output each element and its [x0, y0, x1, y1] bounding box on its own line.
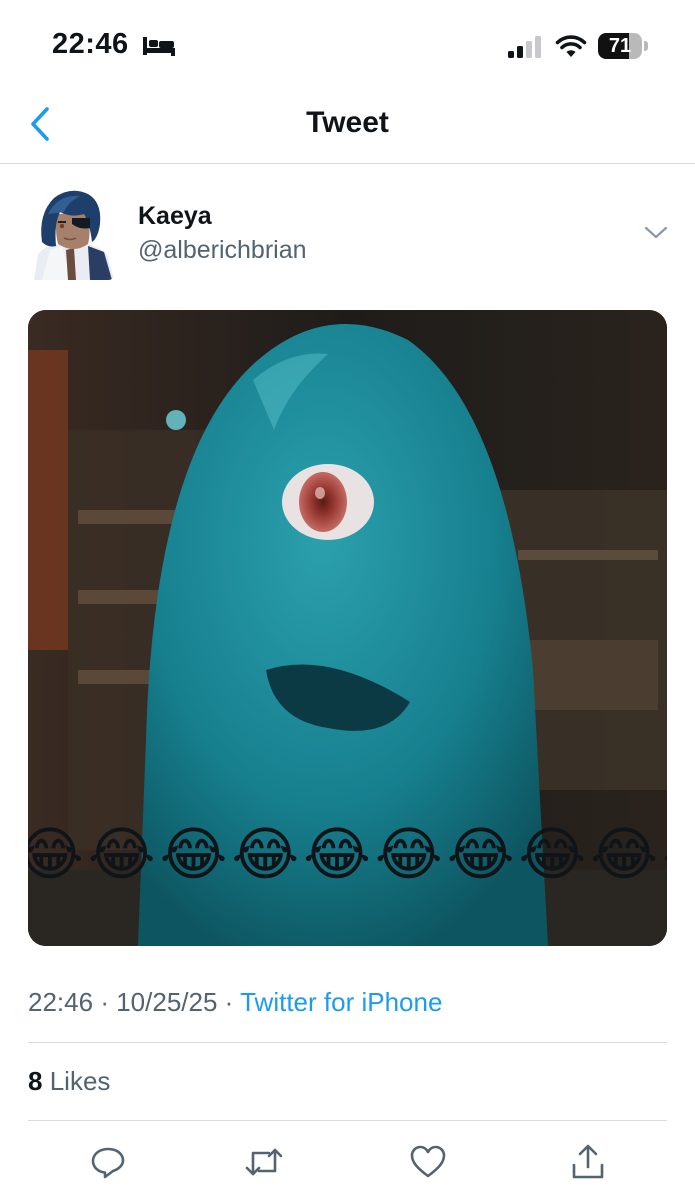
laughing-crying-emoji: 😂: [303, 820, 375, 888]
laughing-crying-emoji: 😂: [446, 820, 519, 888]
page-title: Tweet: [306, 106, 389, 139]
tweet-media[interactable]: 😂😂😂😂😂😂😂😂😂😂: [28, 310, 667, 946]
battery-percent: 71: [608, 35, 632, 57]
heart-icon: [410, 1145, 446, 1178]
retweet-button[interactable]: [242, 1140, 286, 1184]
laughing-crying-emoji: 😂: [87, 820, 160, 888]
laughing-crying-emoji: 😂: [518, 820, 591, 888]
cellular-signal-icon: [508, 36, 541, 58]
share-icon: [572, 1144, 604, 1179]
likes-stat[interactable]: 8 Likes: [28, 1066, 110, 1097]
laughing-crying-emoji: 😂: [374, 820, 447, 888]
reply-button[interactable]: [86, 1140, 130, 1184]
meta-separator-2: ·: [224, 987, 234, 1017]
tweet-source-link[interactable]: Twitter for iPhone: [240, 987, 442, 1017]
like-button[interactable]: [406, 1140, 450, 1184]
laughing-crying-emoji: 😂: [28, 820, 88, 888]
divider: [28, 1042, 667, 1043]
avatar[interactable]: [28, 184, 116, 280]
author-display-name[interactable]: Kaeya: [138, 202, 212, 231]
status-bar: 22:46 71: [0, 0, 695, 92]
more-options-button[interactable]: [640, 220, 672, 244]
chevron-down-icon: [644, 226, 668, 239]
laughing-crying-emoji: 😂: [590, 820, 663, 888]
laughing-crying-emoji: 😂: [231, 820, 304, 888]
status-time: 22:46: [52, 28, 129, 60]
tweet-time: 22:46: [28, 987, 94, 1017]
laughing-crying-emoji: 😂: [662, 820, 667, 888]
wifi-icon: [555, 35, 587, 57]
meta-separator: ·: [100, 987, 109, 1017]
reply-icon: [91, 1147, 125, 1179]
nav-bar: Tweet: [0, 92, 695, 164]
share-button[interactable]: [566, 1140, 610, 1184]
likes-count: 8: [28, 1066, 43, 1096]
divider: [28, 1120, 667, 1121]
tweet-timestamp: 22:46 · 10/25/25 · Twitter for iPhone: [28, 987, 442, 1018]
battery-indicator: 71: [598, 33, 648, 59]
bed-icon: [143, 37, 175, 56]
likes-label: Likes: [49, 1066, 111, 1096]
laughing-crying-emoji: 😂: [159, 820, 232, 888]
author-handle[interactable]: @alberichbrian: [138, 236, 307, 265]
tweet-author: Kaeya @alberichbrian: [0, 180, 695, 290]
tweet-date: 10/25/25: [116, 987, 218, 1017]
tweet-action-bar: [0, 1136, 695, 1186]
retweet-icon: [245, 1148, 283, 1176]
